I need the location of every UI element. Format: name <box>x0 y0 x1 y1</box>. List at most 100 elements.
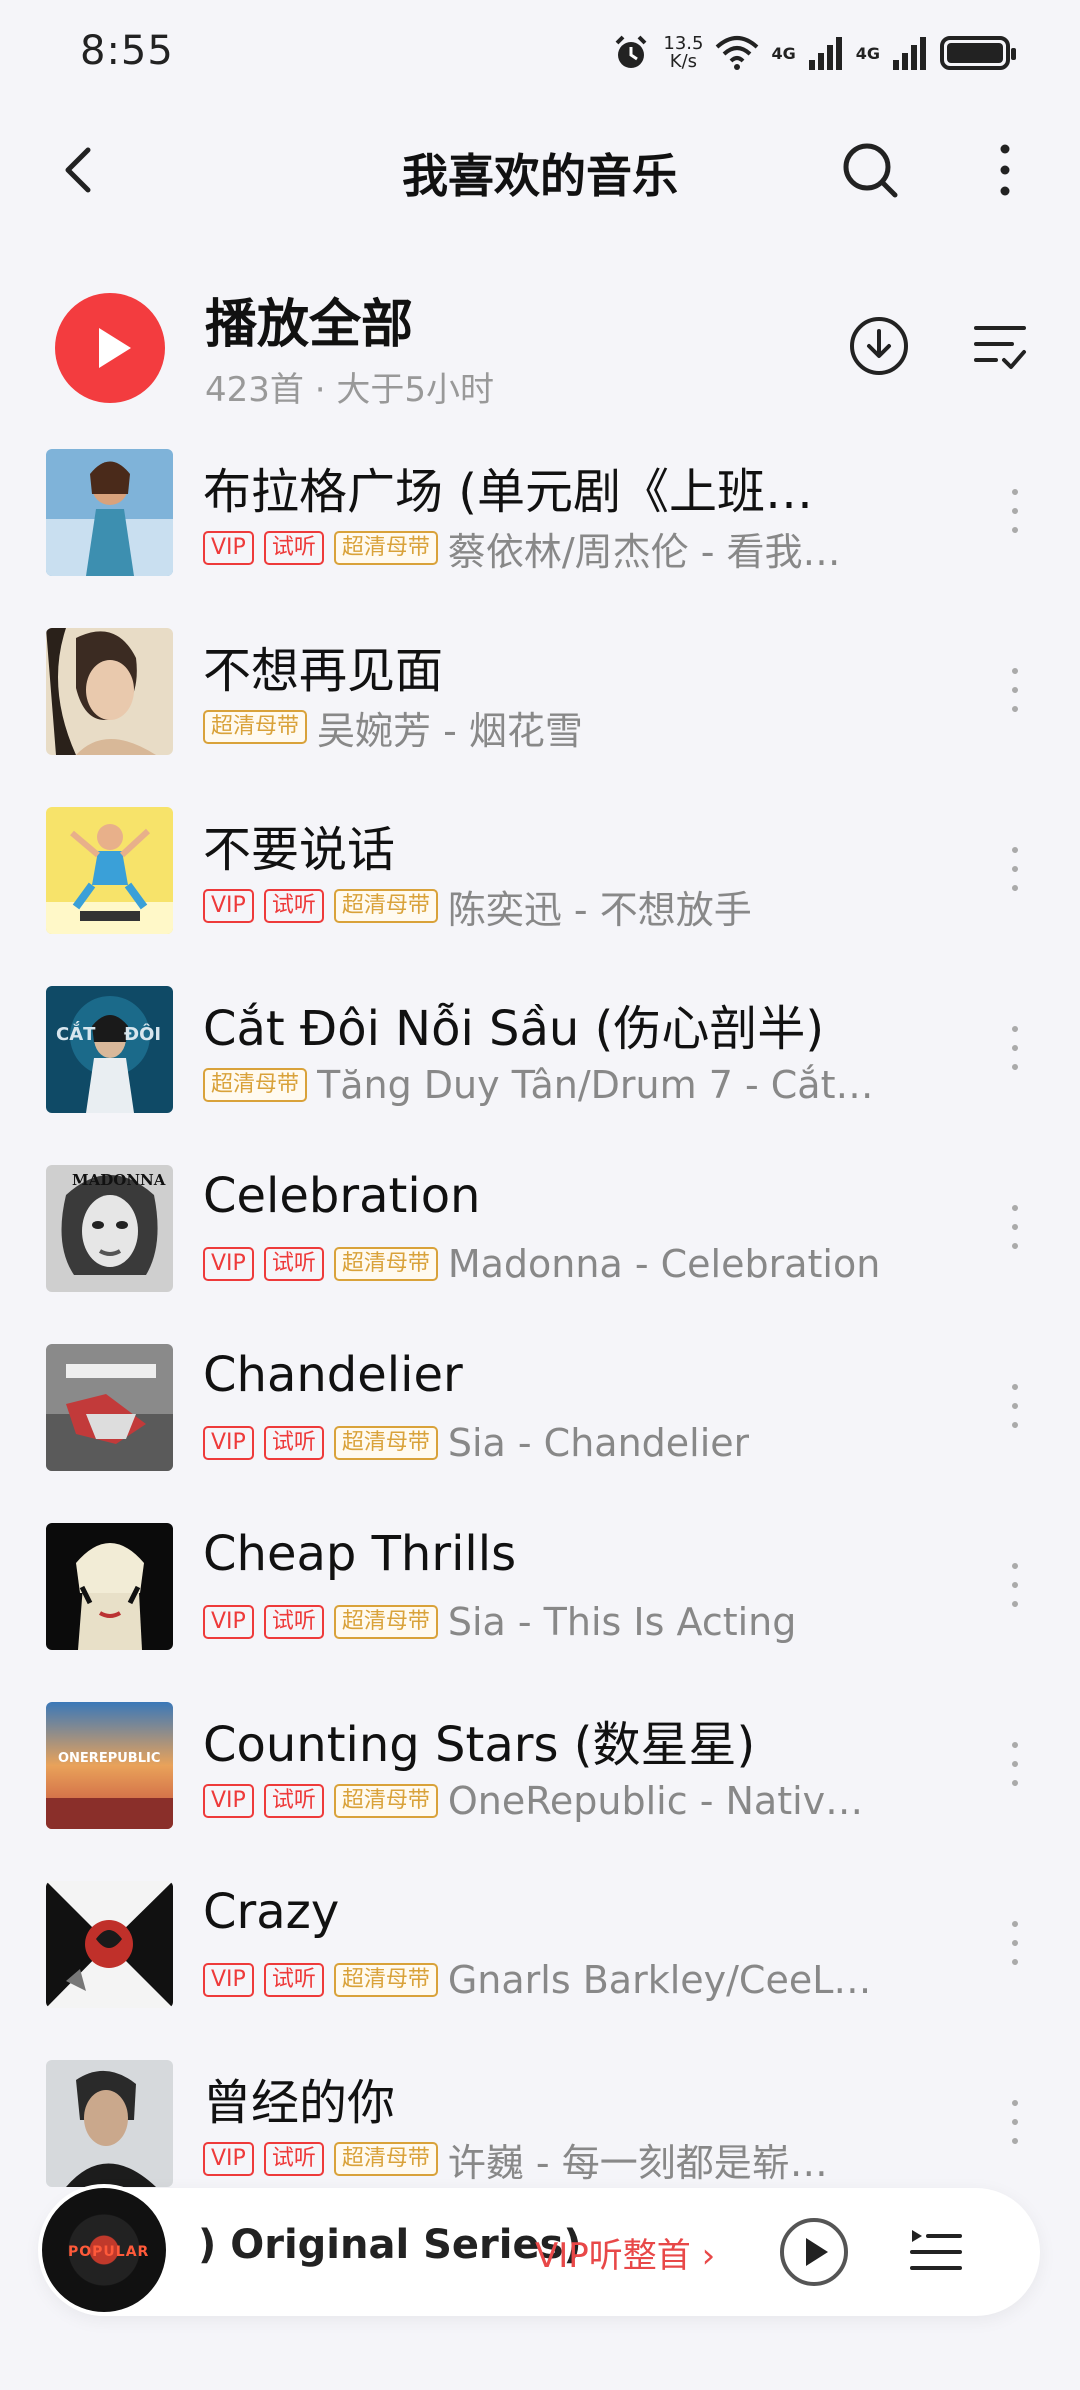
header: 我喜欢的音乐 <box>0 110 1080 230</box>
song-more-icon[interactable] <box>1000 1555 1030 1615</box>
master-quality-badge: 超清母带 <box>203 1068 308 1102</box>
vip-badge: VIP <box>203 1784 254 1818</box>
song-artist: Sia - Chandelier <box>447 1421 750 1465</box>
master-quality-badge: 超清母带 <box>333 1247 438 1281</box>
trial-badge: 试听 <box>263 889 324 923</box>
song-title: 曾经的你 <box>203 2075 396 2131</box>
svg-text:CẮT: CẮT <box>56 1021 96 1045</box>
song-row[interactable]: 布拉格广场 (单元剧《上班… VIP 试听 超清母带 蔡依林/周杰伦 - 看我… <box>0 436 1080 615</box>
song-meta: 超清母带 Tăng Duy Tân/Drum 7 - Cắt … <box>203 1063 883 1107</box>
song-meta: VIP 试听 超清母带 Gnarls Barkley/CeeL… <box>203 1958 883 2002</box>
song-title: Cắt Đôi Nỗi Sầu (伤心剖半) <box>203 1001 825 1057</box>
vip-badge: VIP <box>203 1963 254 1997</box>
song-row[interactable]: ONEREPUBLIC Counting Stars (数星星) VIP 试听 … <box>0 1689 1080 1868</box>
song-more-icon[interactable] <box>1000 1734 1030 1794</box>
song-row[interactable]: MADONNA Celebration VIP 试听 超清母带 Madonna … <box>0 1152 1080 1331</box>
song-artist: 蔡依林/周杰伦 - 看我… <box>447 529 841 571</box>
song-more-icon[interactable] <box>1000 1197 1030 1257</box>
song-row[interactable]: Chandelier VIP 试听 超清母带 Sia - Chandelier <box>0 1331 1080 1510</box>
song-more-icon[interactable] <box>1000 481 1030 541</box>
song-row[interactable]: 不想再见面 超清母带 吴婉芳 - 烟花雪 <box>0 615 1080 794</box>
battery-icon <box>940 36 1016 70</box>
song-row[interactable]: Crazy VIP 试听 超清母带 Gnarls Barkley/CeeL… <box>0 1868 1080 2047</box>
song-meta: 超清母带 吴婉芳 - 烟花雪 <box>203 705 883 749</box>
network-type-1: 4G <box>771 43 796 63</box>
master-quality-badge: 超清母带 <box>333 889 438 923</box>
master-quality-badge: 超清母带 <box>333 531 438 565</box>
now-playing-disc[interactable]: POPULAR <box>38 2184 170 2316</box>
song-artist: 吴婉芳 - 烟花雪 <box>317 708 583 750</box>
master-quality-badge: 超清母带 <box>333 1963 438 1997</box>
vip-badge: VIP <box>203 2142 254 2176</box>
album-cover <box>46 449 173 576</box>
master-quality-badge: 超清母带 <box>333 1426 438 1460</box>
vip-badge: VIP <box>203 531 254 565</box>
vip-badge: VIP <box>203 1426 254 1460</box>
vip-full-song-link[interactable]: VIP听整首 › <box>535 2228 715 2277</box>
song-more-icon[interactable] <box>1000 1913 1030 1973</box>
album-cover <box>46 807 173 934</box>
wifi-icon <box>716 36 759 70</box>
song-meta: VIP 试听 超清母带 Madonna - Celebration <box>203 1242 883 1286</box>
multi-select-icon[interactable] <box>972 320 1028 372</box>
song-meta: VIP 试听 超清母带 Sia - Chandelier <box>203 1421 883 1465</box>
song-title: Counting Stars (数星星) <box>203 1717 756 1773</box>
trial-badge: 试听 <box>263 2142 324 2176</box>
song-meta: VIP 试听 超清母带 蔡依林/周杰伦 - 看我… <box>203 526 883 570</box>
play-all-label: 播放全部 <box>205 295 414 355</box>
status-icons: 13.5 K/s 4G 4G <box>611 28 1016 78</box>
song-title: Cheap Thrills <box>203 1526 517 1582</box>
album-cover <box>46 1881 173 2008</box>
trial-badge: 试听 <box>263 1247 324 1281</box>
song-row[interactable]: Cheap Thrills VIP 试听 超清母带 Sia - This Is … <box>0 1510 1080 1689</box>
song-more-icon[interactable] <box>1000 1376 1030 1436</box>
playlist-icon[interactable] <box>908 2224 964 2280</box>
mini-player[interactable]: POPULAR ) Original Series) VIP听整首 › <box>38 2184 1040 2316</box>
signal-icon <box>808 37 842 70</box>
svg-text:ĐÔI: ĐÔI <box>124 1023 161 1045</box>
vip-badge: VIP <box>203 1247 254 1281</box>
song-row[interactable]: 不要说话 VIP 试听 超清母带 陈奕迅 - 不想放手 <box>0 794 1080 973</box>
song-title: 不要说话 <box>203 822 396 878</box>
song-more-icon[interactable] <box>1000 839 1030 899</box>
svg-text:MADONNA: MADONNA <box>72 1171 166 1189</box>
song-artist: Gnarls Barkley/CeeL… <box>447 1958 872 2002</box>
alarm-icon <box>615 35 647 68</box>
album-cover: CẮT ĐÔI <box>46 986 173 1113</box>
search-icon[interactable] <box>835 135 905 205</box>
status-bar: 8:55 13.5 K/s 4G 4G <box>0 0 1080 110</box>
song-artist: 许巍 - 每一刻都是崭… <box>447 2140 828 2182</box>
network-speed-unit: K/s <box>669 51 698 72</box>
play-icon[interactable] <box>780 2218 848 2286</box>
vip-badge: VIP <box>203 889 254 923</box>
song-artist: Madonna - Celebration <box>447 1242 881 1286</box>
album-cover <box>46 1523 173 1650</box>
trial-badge: 试听 <box>263 1963 324 1997</box>
play-all-row[interactable]: 播放全部 423首 · 大于5小时 <box>0 270 1080 420</box>
song-title: Crazy <box>203 1884 340 1940</box>
song-title: Celebration <box>203 1168 481 1224</box>
signal-icon-2 <box>893 37 926 70</box>
play-all-button[interactable] <box>55 293 165 403</box>
album-cover <box>46 1344 173 1471</box>
song-more-icon[interactable] <box>1000 1018 1030 1078</box>
song-artist: Sia - This Is Acting <box>447 1600 797 1644</box>
song-more-icon[interactable] <box>1000 2092 1030 2152</box>
trial-badge: 试听 <box>263 1784 324 1818</box>
disc-label: POPULAR <box>68 2244 150 2260</box>
more-icon[interactable] <box>975 135 1035 205</box>
vip-badge: VIP <box>203 1605 254 1639</box>
download-icon[interactable] <box>848 315 910 377</box>
song-title: 布拉格广场 (单元剧《上班… <box>203 464 813 520</box>
svg-text:ONEREPUBLIC: ONEREPUBLIC <box>58 1751 160 1766</box>
song-row[interactable]: CẮT ĐÔI Cắt Đôi Nỗi Sầu (伤心剖半) 超清母带 Tăng… <box>0 973 1080 1152</box>
trial-badge: 试听 <box>263 1426 324 1460</box>
trial-badge: 试听 <box>263 531 324 565</box>
song-artist: Tăng Duy Tân/Drum 7 - Cắt … <box>317 1063 883 1107</box>
trial-badge: 试听 <box>263 1605 324 1639</box>
song-more-icon[interactable] <box>1000 660 1030 720</box>
song-meta: VIP 试听 超清母带 OneRepublic - Nativ… <box>203 1779 883 1823</box>
album-cover <box>46 2060 173 2187</box>
song-artist: OneRepublic - Nativ… <box>447 1779 864 1823</box>
album-cover: ONEREPUBLIC <box>46 1702 173 1829</box>
